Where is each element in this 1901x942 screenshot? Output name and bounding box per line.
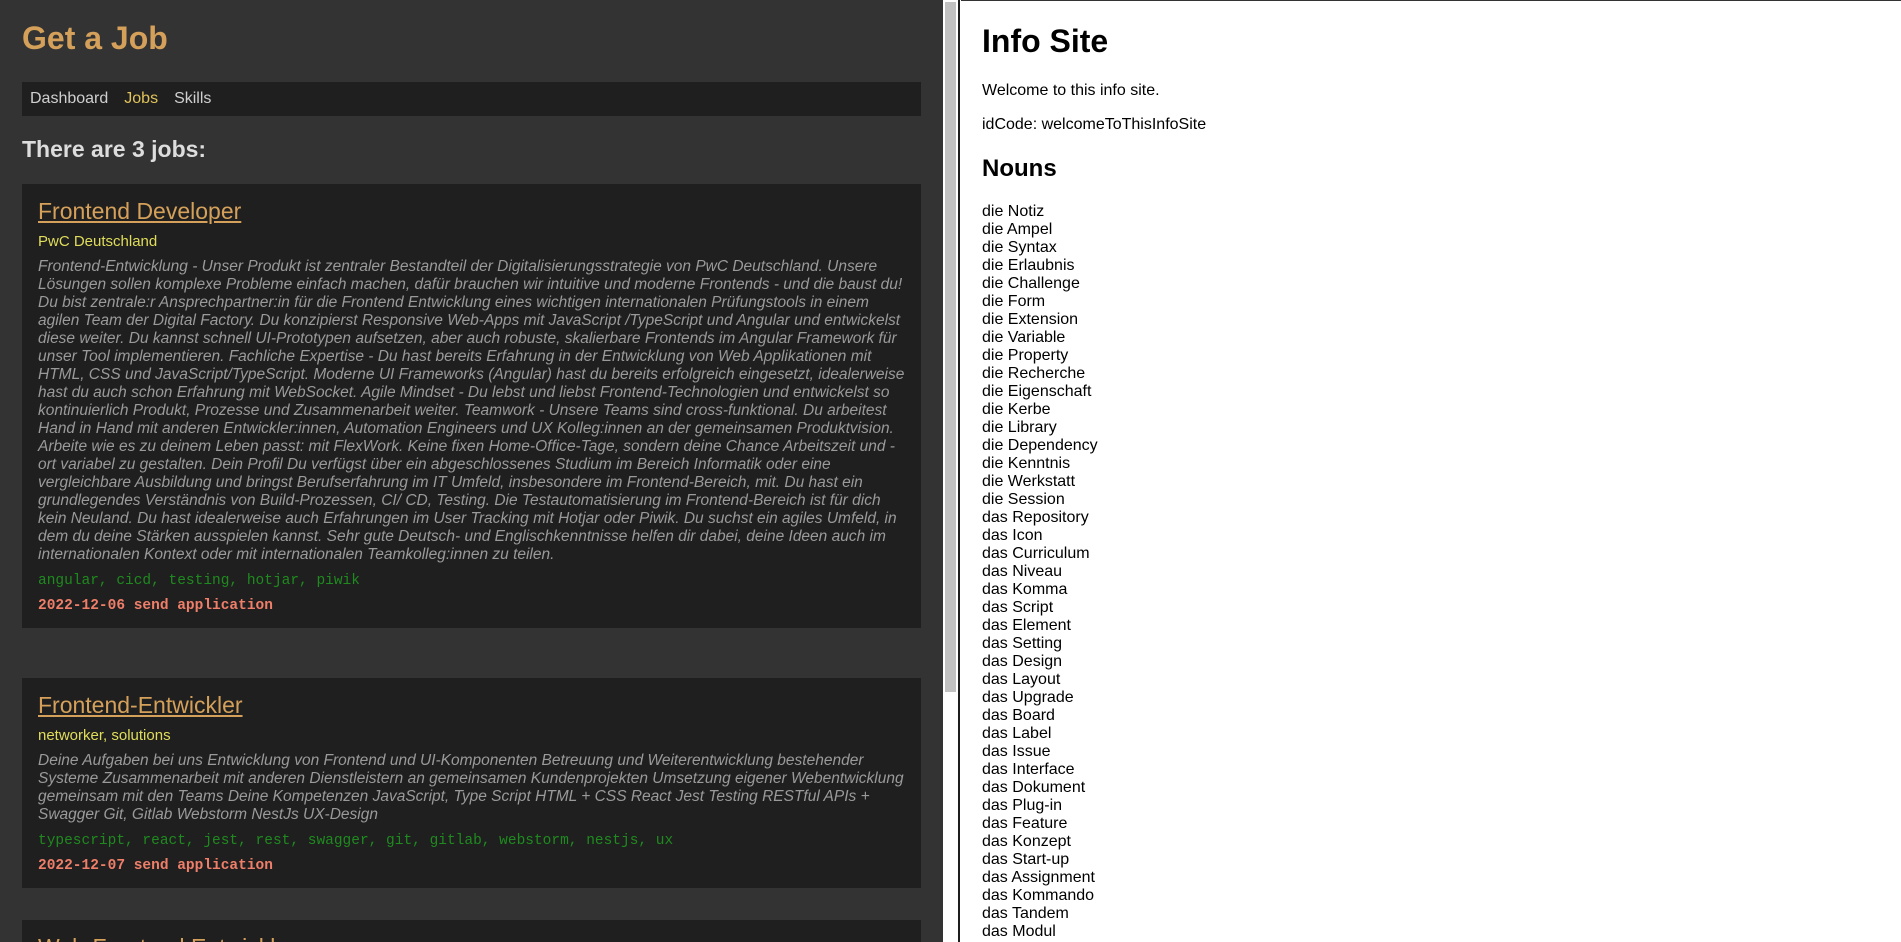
panel-divider[interactable] xyxy=(958,0,960,942)
noun-item: die Notiz xyxy=(982,203,1045,220)
job-tags: typescript, react, jest, rest, swagger, … xyxy=(38,833,674,849)
noun-item: die Erlaubnis xyxy=(982,257,1075,274)
jobs-panel: Get a Job Dashboard Jobs Skills There ar… xyxy=(0,0,943,942)
app-title: Get a Job xyxy=(22,20,168,56)
noun-item: das Setting xyxy=(982,635,1063,652)
job-description: Deine Aufgaben bei uns Entwicklung von F… xyxy=(38,752,904,823)
noun-item: das Script xyxy=(982,599,1054,616)
job-card: Frontend Developer PwC Deutschland Front… xyxy=(22,184,921,628)
noun-item: das Tandem xyxy=(982,905,1069,922)
info-panel: Info Site Welcome to this info site. idC… xyxy=(961,0,1901,942)
jobs-count-heading: There are 3 jobs: xyxy=(22,136,207,162)
noun-item: die Session xyxy=(982,491,1065,508)
noun-item: die Werkstatt xyxy=(982,473,1076,490)
noun-item: das Start-up xyxy=(982,851,1070,868)
noun-list: die Notiz die Ampel die Syntax die Erlaubni… xyxy=(982,203,1098,941)
noun-item: die Form xyxy=(982,293,1046,310)
noun-item: die Library xyxy=(982,419,1057,436)
welcome-text: Welcome to this info site. xyxy=(982,82,1160,99)
noun-item: das Icon xyxy=(982,527,1043,544)
noun-item: die Dependency xyxy=(982,437,1098,454)
noun-item: das Design xyxy=(982,653,1063,670)
job-company: networker, solutions xyxy=(38,727,171,744)
noun-item: das Element xyxy=(982,617,1071,634)
noun-item: das Konzept xyxy=(982,833,1071,850)
job-card: Frontend-Entwickler networker, solutions… xyxy=(22,678,921,888)
job-card: Web-Frontend Entwickler xyxy=(22,920,921,942)
nav-skills[interactable]: Skills xyxy=(174,90,211,108)
job-company: PwC Deutschland xyxy=(38,233,158,250)
noun-item: das Curriculum xyxy=(982,545,1090,562)
noun-item: das Modul xyxy=(982,923,1056,940)
noun-item: das Label xyxy=(982,725,1052,742)
noun-item: das Assignment xyxy=(982,869,1095,886)
nav-dashboard[interactable]: Dashboard xyxy=(30,90,108,108)
noun-item: das Layout xyxy=(982,671,1061,688)
job-description: Frontend-Entwicklung - Unser Produkt ist… xyxy=(38,258,905,563)
nav-jobs[interactable]: Jobs xyxy=(124,90,158,108)
noun-item: das Niveau xyxy=(982,563,1063,580)
nouns-heading: Nouns xyxy=(982,155,1057,182)
noun-item: die Property xyxy=(982,347,1069,364)
noun-item: die Recherche xyxy=(982,365,1086,382)
noun-item: die Kerbe xyxy=(982,401,1051,418)
noun-item: das Feature xyxy=(982,815,1068,832)
noun-item: die Extension xyxy=(982,311,1079,328)
job-status[interactable]: 2022-12-06 send application xyxy=(38,598,905,614)
noun-item: das Dokument xyxy=(982,779,1086,796)
job-status[interactable]: 2022-12-07 send application xyxy=(38,858,905,874)
jobs-panel-scroll-thumb[interactable] xyxy=(945,2,956,692)
noun-item: das Plug-in xyxy=(982,797,1063,814)
info-title: Info Site xyxy=(982,23,1109,59)
noun-item: die Syntax xyxy=(982,239,1057,256)
noun-item: das Interface xyxy=(982,761,1075,778)
noun-item: das Komma xyxy=(982,581,1068,598)
noun-item: die Challenge xyxy=(982,275,1080,292)
job-title-link[interactable]: Frontend Developer xyxy=(38,198,241,225)
job-tags: angular, cicd, testing, hotjar, piwik xyxy=(38,573,360,589)
noun-item: das Board xyxy=(982,707,1055,724)
noun-item: das Repository xyxy=(982,509,1089,526)
noun-item: die Kenntnis xyxy=(982,455,1071,472)
nav-bar: Dashboard Jobs Skills xyxy=(22,82,921,116)
noun-item: die Variable xyxy=(982,329,1066,346)
noun-item: das Upgrade xyxy=(982,689,1074,706)
noun-item: die Ampel xyxy=(982,221,1053,238)
noun-item: das Issue xyxy=(982,743,1051,760)
job-title-link[interactable]: Frontend-Entwickler xyxy=(38,692,243,719)
job-title-link[interactable]: Web-Frontend Entwickler xyxy=(38,934,296,942)
id-code-text: idCode: welcomeToThisInfoSite xyxy=(982,116,1207,133)
noun-item: die Eigenschaft xyxy=(982,383,1092,400)
noun-item: das Kommando xyxy=(982,887,1095,904)
